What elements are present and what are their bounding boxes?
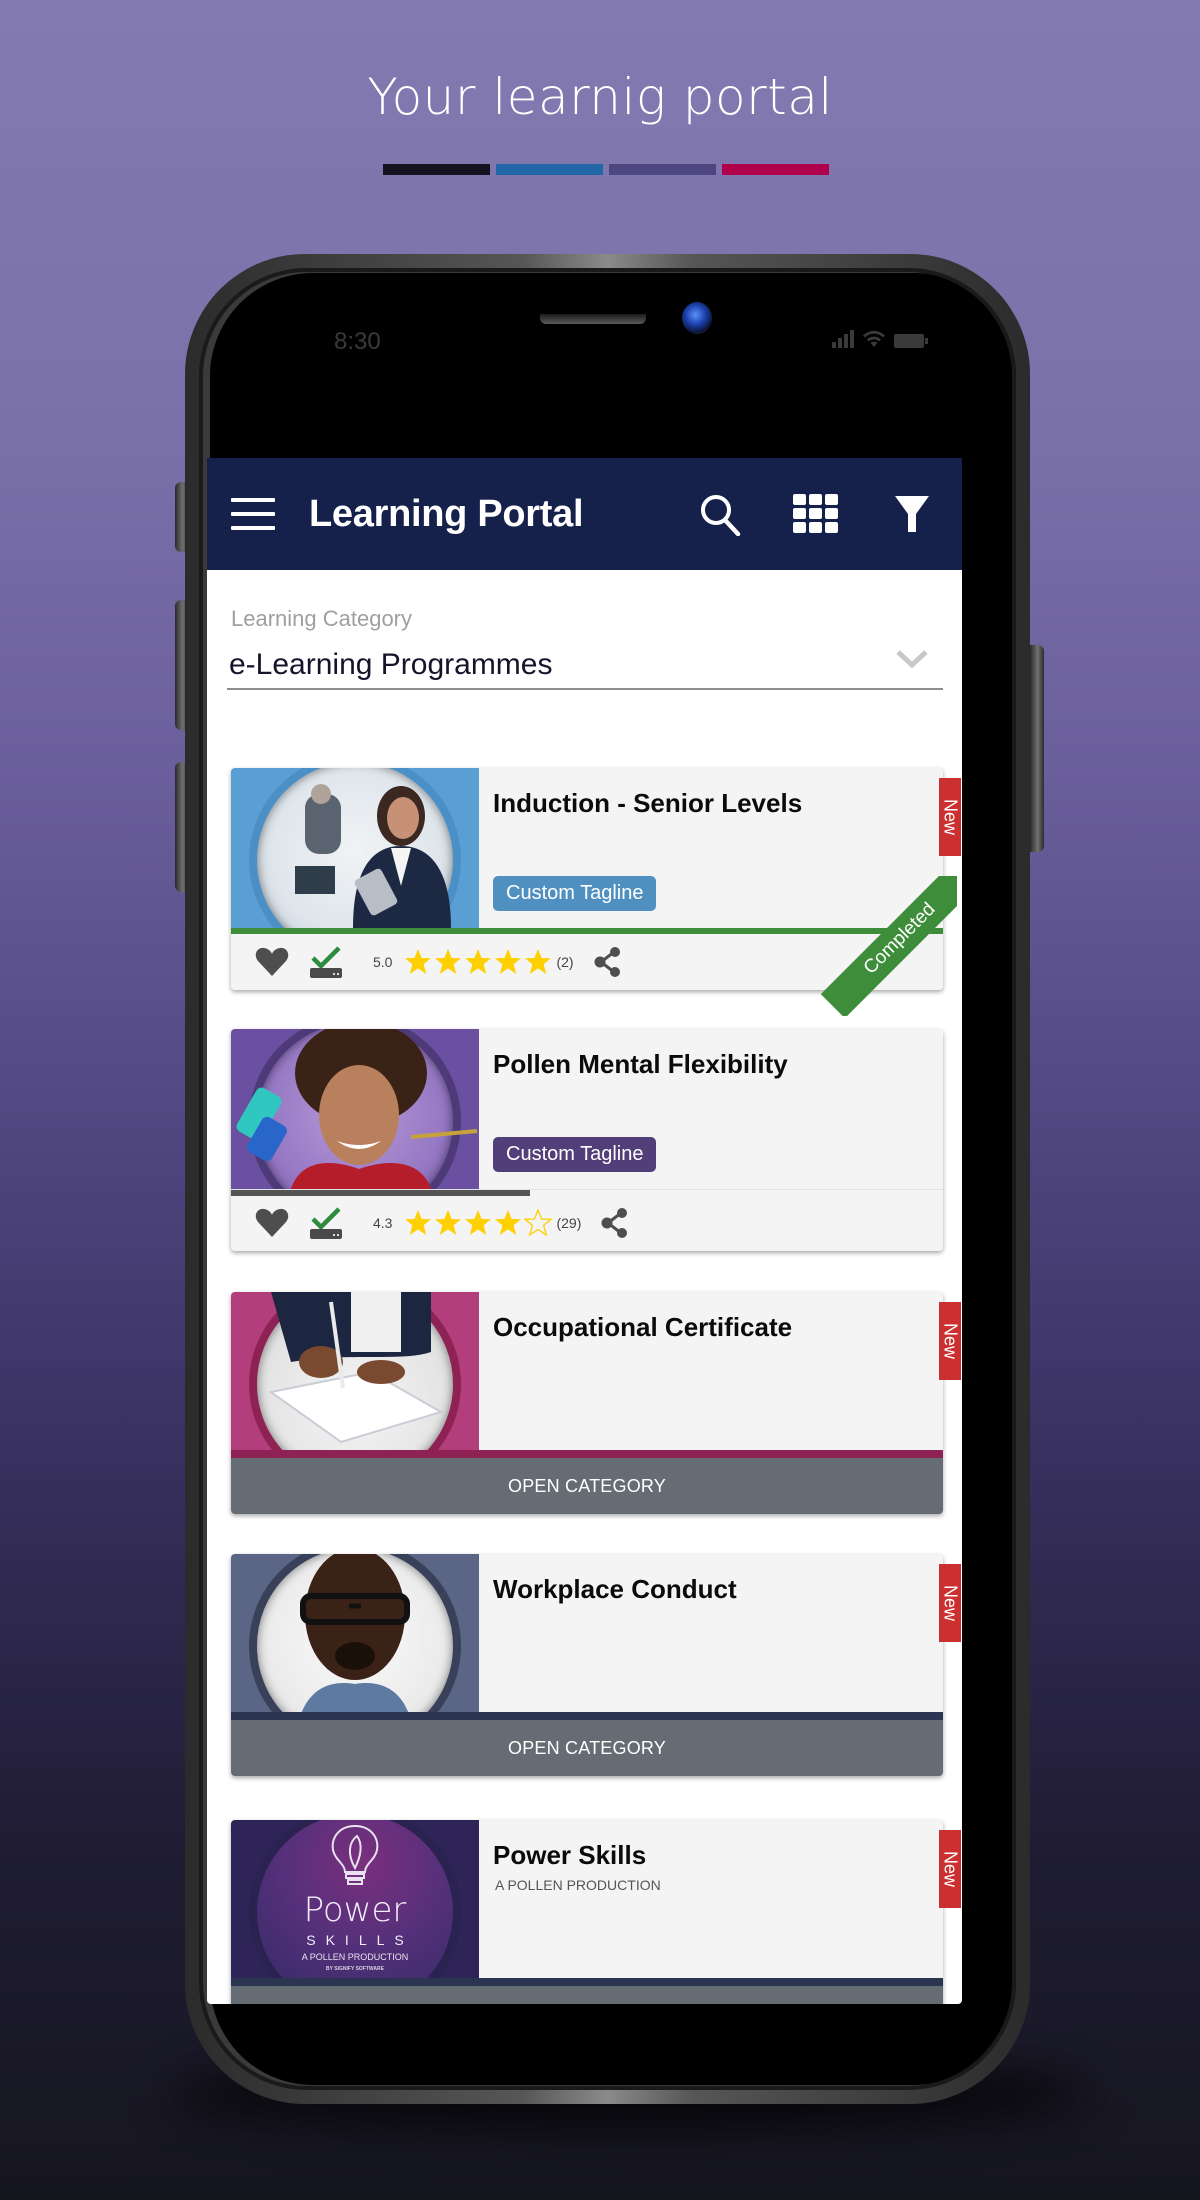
star-filled-icon bbox=[465, 1210, 492, 1235]
accent-bar-4 bbox=[722, 164, 829, 175]
open-category-button[interactable]: OPEN CATEGORY bbox=[231, 1720, 943, 1776]
category-accent-line bbox=[231, 1712, 943, 1720]
star-filled-icon bbox=[435, 949, 462, 974]
rating-value: 4.3 bbox=[373, 1215, 393, 1231]
person-illustration bbox=[295, 784, 451, 928]
category-thumbnail: Power SKILLS A POLLEN PRODUCTION BY SIGN… bbox=[231, 1820, 479, 1980]
phone-power-button bbox=[1030, 645, 1044, 852]
status-icons bbox=[832, 330, 928, 348]
category-thumbnail bbox=[231, 1554, 479, 1714]
star-filled-icon bbox=[495, 949, 522, 974]
phone-screen-bezel: 8:30 Learning Portal Learning Category e… bbox=[199, 268, 1016, 2090]
category-title: Workplace Conduct bbox=[493, 1574, 737, 1604]
category-thumbnail bbox=[231, 1292, 479, 1452]
share-icon[interactable] bbox=[594, 947, 622, 977]
category-selected-value: e-Learning Programmes bbox=[229, 648, 553, 681]
star-filled-icon bbox=[495, 1210, 522, 1235]
new-badge: New bbox=[939, 778, 961, 856]
page-headline: Your learnig portal bbox=[367, 68, 833, 126]
rating-count: (29) bbox=[556, 1215, 582, 1231]
grid-view-button[interactable] bbox=[790, 488, 842, 540]
accent-bar-3 bbox=[609, 164, 716, 175]
search-button[interactable] bbox=[694, 488, 746, 540]
app-title: Learning Portal bbox=[309, 492, 584, 535]
phone-frame: 8:30 Learning Portal Learning Category e… bbox=[185, 254, 1030, 2104]
star-filled-icon bbox=[435, 1210, 462, 1235]
category-title: Power Skills bbox=[493, 1840, 647, 1870]
card-actions: 5.0 (2) bbox=[231, 934, 943, 990]
completed-check-icon[interactable] bbox=[309, 1207, 343, 1239]
custom-tagline-badge[interactable]: Custom Tagline bbox=[493, 1137, 657, 1172]
rating-value: 5.0 bbox=[373, 954, 393, 970]
category-subtitle: A POLLEN PRODUCTION bbox=[495, 1877, 661, 1893]
favorite-heart-icon[interactable] bbox=[255, 1208, 289, 1238]
battery-icon bbox=[894, 334, 928, 348]
course-thumbnail bbox=[231, 1029, 479, 1189]
phone-speaker bbox=[540, 314, 646, 324]
rating-count: (2) bbox=[556, 954, 574, 970]
chevron-down-icon bbox=[896, 650, 928, 669]
search-icon bbox=[701, 495, 741, 536]
learning-category: Learning Category e-Learning Programmes bbox=[207, 570, 962, 740]
open-category-button[interactable]: OPEN CATEGORY bbox=[231, 1986, 943, 2004]
filter-icon bbox=[895, 496, 929, 532]
accent-bars bbox=[383, 164, 829, 175]
new-badge: New bbox=[939, 1302, 961, 1380]
lightbulb-icon bbox=[331, 1824, 379, 1885]
open-category-button[interactable]: OPEN CATEGORY bbox=[231, 1458, 943, 1514]
thumb-production-text: A POLLEN PRODUCTION bbox=[301, 1952, 409, 1962]
course-thumbnail bbox=[231, 768, 479, 928]
accent-bar-2 bbox=[496, 164, 603, 175]
category-accent-line bbox=[231, 1978, 943, 1986]
custom-tagline-badge[interactable]: Custom Tagline bbox=[493, 876, 657, 911]
share-icon[interactable] bbox=[601, 1208, 629, 1238]
new-badge: New bbox=[939, 1564, 961, 1642]
course-title: Induction - Senior Levels bbox=[493, 788, 803, 818]
app-bar: Learning Portal bbox=[207, 458, 962, 570]
app-screen: Learning Portal Learning Category e-Lear… bbox=[207, 458, 962, 2004]
thumb-byline-text: BY SIGNIFY SOFTWARE bbox=[326, 1966, 384, 1972]
card-actions: 4.3 (29) bbox=[231, 1195, 943, 1251]
category-select[interactable]: e-Learning Programmes bbox=[227, 640, 943, 690]
course-card[interactable]: Induction - Senior Levels Custom Tagline… bbox=[231, 768, 961, 1016]
wifi-icon bbox=[863, 330, 885, 347]
category-card[interactable]: Power SKILLS A POLLEN PRODUCTION BY SIGN… bbox=[231, 1820, 961, 2004]
star-filled-icon bbox=[405, 1210, 432, 1235]
rating-stars bbox=[404, 1209, 553, 1237]
rating-stars bbox=[404, 948, 552, 976]
hamburger-menu-icon[interactable] bbox=[231, 498, 275, 530]
signing-illustration bbox=[268, 1292, 444, 1444]
category-label: Learning Category bbox=[231, 606, 413, 631]
person-illustration bbox=[300, 1554, 410, 1714]
thumb-power-text: Power bbox=[303, 1890, 407, 1930]
category-title: Occupational Certificate bbox=[493, 1312, 793, 1342]
course-title: Pollen Mental Flexibility bbox=[493, 1049, 788, 1079]
grid-icon bbox=[793, 494, 838, 533]
person-illustration bbox=[236, 1029, 478, 1189]
filter-button[interactable] bbox=[886, 488, 938, 540]
category-card[interactable]: Occupational Certificate OPEN CATEGORY N… bbox=[231, 1292, 961, 1514]
category-card[interactable]: Workplace Conduct OPEN CATEGORY New bbox=[231, 1554, 961, 1776]
phone-camera bbox=[682, 302, 712, 334]
status-time: 8:30 bbox=[334, 328, 381, 355]
signal-icon bbox=[832, 330, 854, 348]
completed-check-icon[interactable] bbox=[309, 946, 343, 978]
new-badge: New bbox=[939, 1830, 961, 1908]
course-card[interactable]: Pollen Mental Flexibility Custom Tagline… bbox=[231, 1029, 943, 1251]
category-accent-line bbox=[231, 1450, 943, 1458]
star-filled-icon bbox=[465, 949, 492, 974]
accent-bar-1 bbox=[383, 164, 490, 175]
favorite-heart-icon[interactable] bbox=[255, 947, 289, 977]
star-empty-icon bbox=[524, 1209, 553, 1237]
thumb-skills-text: SKILLS bbox=[306, 1932, 414, 1948]
star-filled-icon bbox=[525, 949, 552, 974]
star-filled-icon bbox=[405, 949, 432, 974]
